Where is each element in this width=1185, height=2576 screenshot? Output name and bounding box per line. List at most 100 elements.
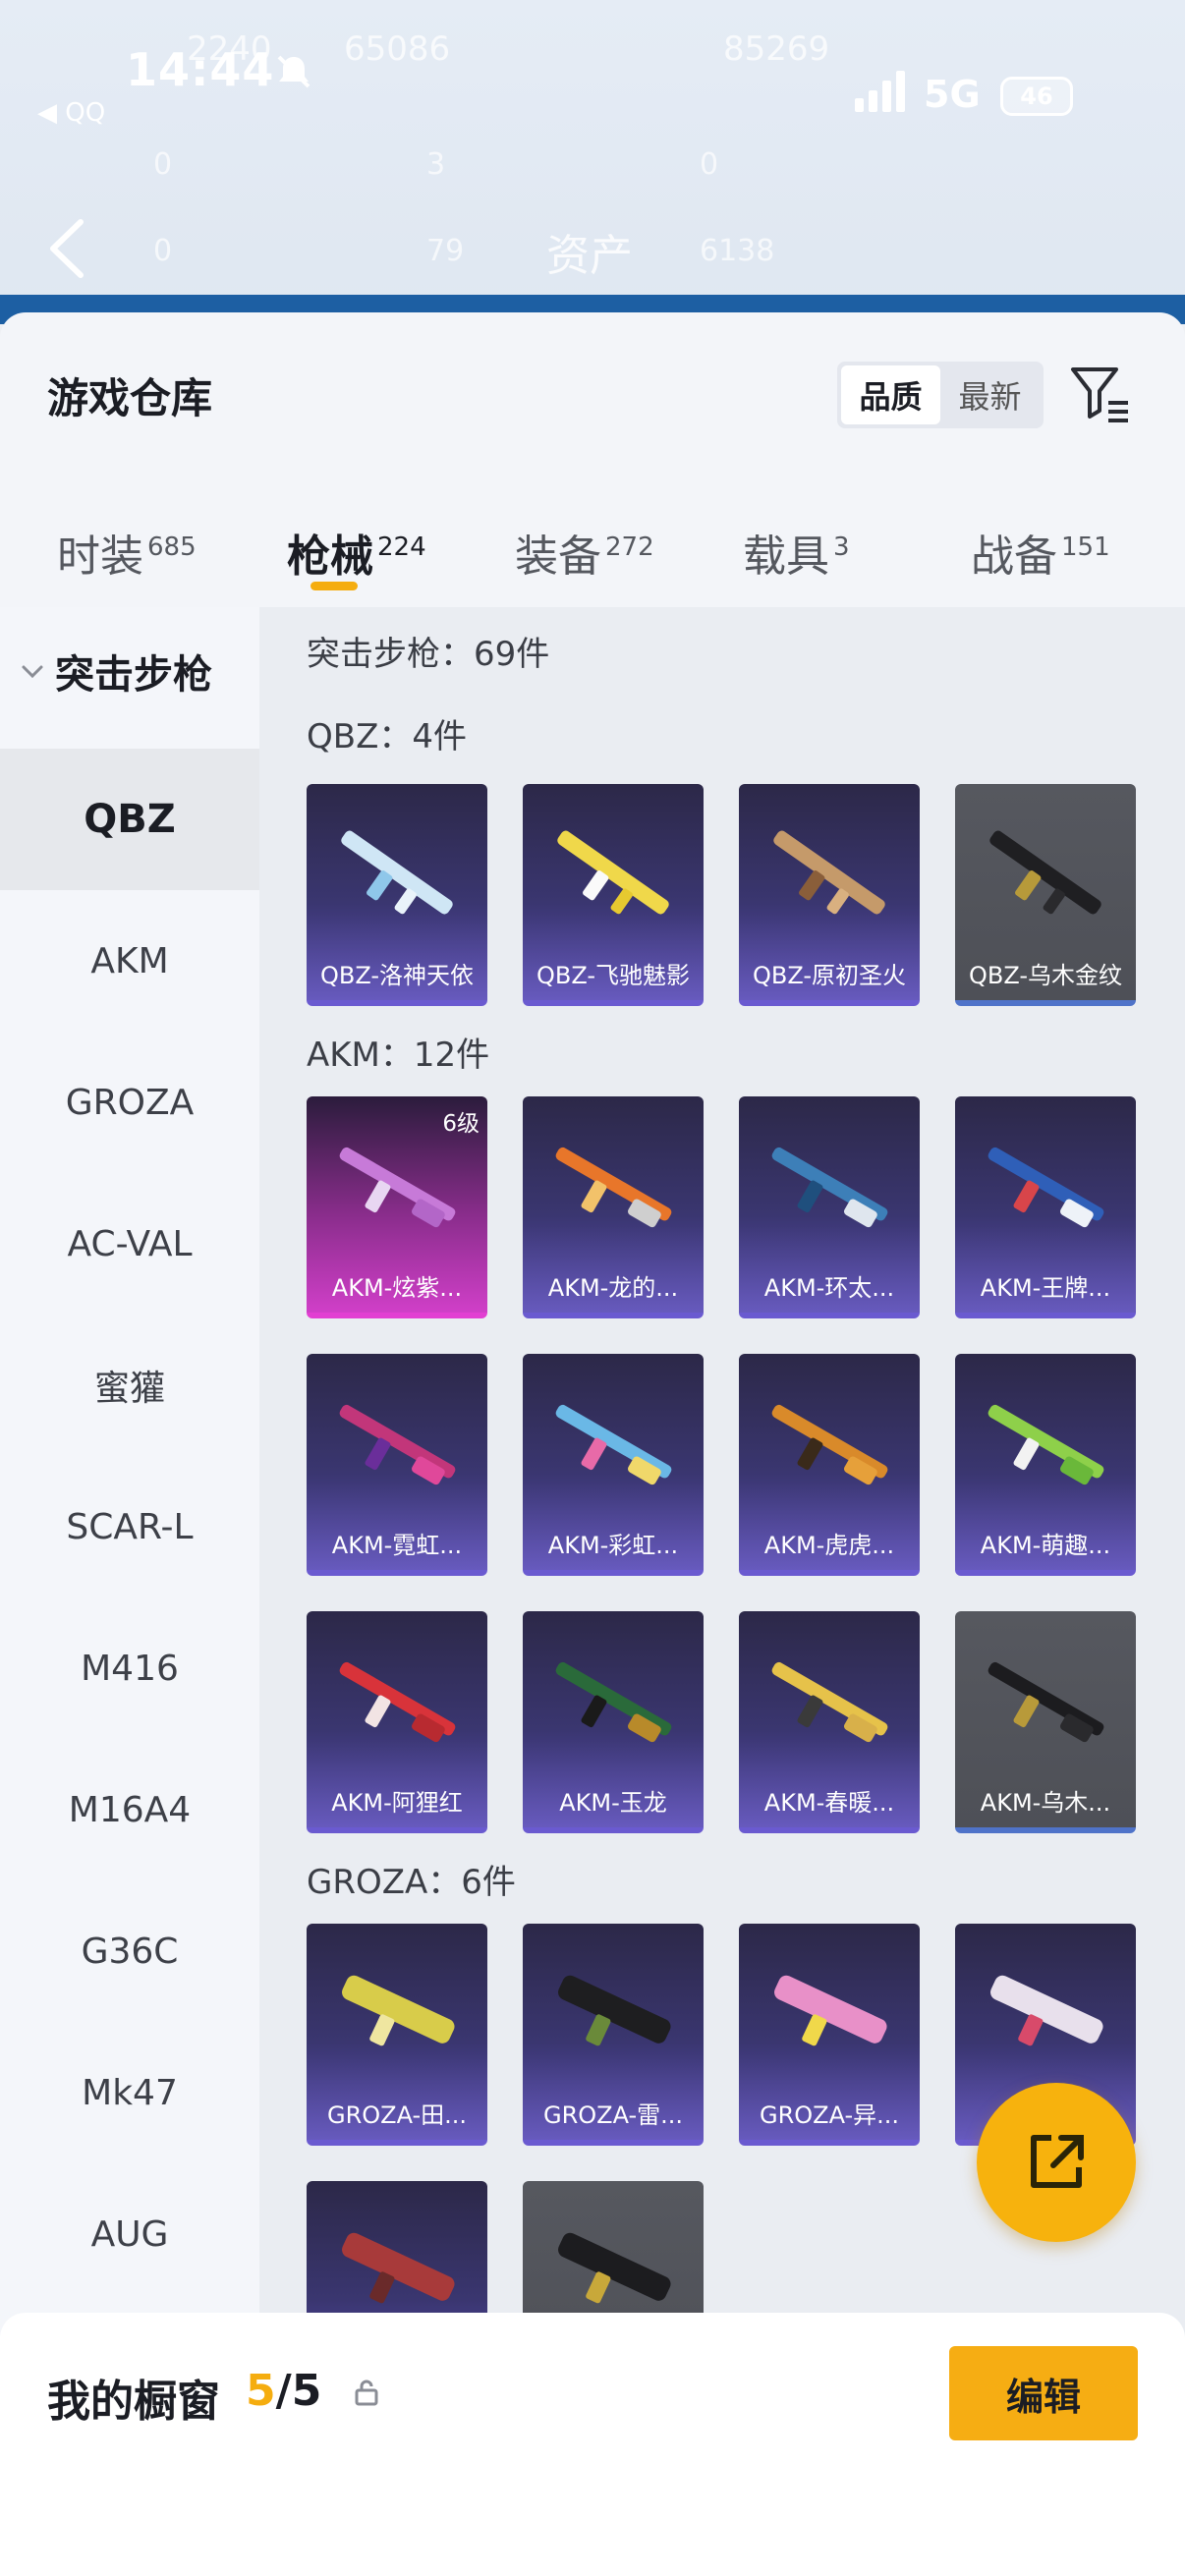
sidebar-item-aug[interactable]: AUG xyxy=(0,2163,259,2305)
skin-name: QBZ-原初圣火 xyxy=(752,962,907,989)
tab-count: 685 xyxy=(147,532,197,563)
showcase-total: /5 xyxy=(275,2366,322,2416)
sidebar-item-m16a4[interactable]: M16A4 xyxy=(0,1739,259,1880)
skin-card[interactable]: AKM-萌趣... xyxy=(955,1354,1136,1576)
tab-label: 战备 xyxy=(971,532,1057,582)
showcase-count: 5/5 xyxy=(246,2366,321,2416)
sort-latest-button[interactable]: 最新 xyxy=(940,365,1040,424)
muted-bell-icon xyxy=(277,55,310,88)
back-arrow-icon[interactable] xyxy=(47,218,86,279)
warehouse-sheet: 游戏仓库 品质 最新 时装 685 枪械 224 装备 272 载具 3 战备 151 突… xyxy=(0,312,1185,2576)
network-type: 5G xyxy=(924,73,981,116)
showcase-bar: 我的橱窗 5/5 编辑 xyxy=(0,2313,1185,2576)
rifle-icon xyxy=(989,830,1101,915)
skin-name: GROZA-异... xyxy=(759,2101,900,2129)
sidebar-group-assault-rifles[interactable]: 突击步枪 xyxy=(18,643,212,700)
skin-name: AKM-龙的... xyxy=(547,1274,679,1302)
sidebar-item-m416[interactable]: M416 xyxy=(0,1597,259,1739)
skin-name: QBZ-飞驰魅影 xyxy=(536,962,691,989)
rifle-icon xyxy=(988,1404,1104,1485)
rifle-icon xyxy=(990,1975,1103,2046)
header-row-value: 0 xyxy=(153,147,173,182)
rifle-icon xyxy=(555,1147,672,1228)
sidebar-item-ac-val[interactable]: AC-VAL xyxy=(0,1173,259,1315)
tab-equipment[interactable]: 装备 272 xyxy=(515,521,654,584)
skin-name: QBZ-洛神天依 xyxy=(319,962,475,989)
tab-count: 224 xyxy=(377,532,426,563)
showcase-current: 5 xyxy=(246,2366,276,2416)
skin-card[interactable]: GROZA-雷... xyxy=(523,1924,704,2146)
sidebar-item-mk47[interactable]: Mk47 xyxy=(0,2022,259,2163)
status-time: 14:44 xyxy=(126,43,275,96)
group-title-akm: AKM：12件 xyxy=(307,1036,490,1075)
tab-combat-gear[interactable]: 战备 151 xyxy=(971,521,1110,584)
sort-quality-button[interactable]: 品质 xyxy=(841,365,940,424)
tab-vehicles[interactable]: 载具 3 xyxy=(743,521,850,584)
sidebar-item-groza[interactable]: GROZA xyxy=(0,1032,259,1173)
tab-count: 151 xyxy=(1061,532,1110,563)
tab-fashion[interactable]: 时装 685 xyxy=(57,521,197,584)
header-row-value: 0 xyxy=(153,234,173,268)
rifle-icon xyxy=(988,1147,1104,1228)
chevron-down-icon xyxy=(22,665,43,679)
skin-card[interactable]: AKM-王牌... xyxy=(955,1096,1136,1318)
skin-card[interactable]: AKM-龙的... xyxy=(523,1096,704,1318)
battery-level: 46 xyxy=(1020,83,1053,110)
skin-card[interactable]: GROZA-异... xyxy=(739,1924,920,2146)
tab-firearms[interactable]: 枪械 224 xyxy=(287,521,426,584)
skin-name: AKM-春暖... xyxy=(763,1789,895,1817)
skin-card[interactable]: QBZ-乌木金纹 xyxy=(955,784,1136,1006)
skin-name: AKM-阿狸红 xyxy=(331,1789,463,1817)
skin-name: GROZA-雷... xyxy=(542,2101,684,2129)
active-tab-indicator xyxy=(310,582,358,590)
sidebar-item-akm[interactable]: AKM xyxy=(0,890,259,1032)
header-row-value: 79 xyxy=(426,234,465,268)
skin-card[interactable]: 6级 AKM-炫紫... xyxy=(307,1096,487,1318)
status-bar: 14:44 ◀ QQ 5G 46 xyxy=(0,0,1185,138)
share-icon xyxy=(1031,2135,1084,2188)
sidebar-item-scar-l[interactable]: SCAR-L xyxy=(0,1456,259,1597)
skin-card[interactable]: AKM-阿狸红 xyxy=(307,1611,487,1833)
skin-card[interactable]: AKM-彩虹... xyxy=(523,1354,704,1576)
signal-icon xyxy=(855,71,905,112)
tab-count: 3 xyxy=(833,532,850,563)
skin-card[interactable]: GROZA-田... xyxy=(307,1924,487,2146)
skin-card[interactable]: AKM-虎虎... xyxy=(739,1354,920,1576)
skin-card[interactable]: QBZ-洛神天依 xyxy=(307,784,487,1006)
skin-name: AKM-虎虎... xyxy=(763,1532,895,1559)
skin-name: AKM-彩虹... xyxy=(547,1532,679,1559)
tab-count: 272 xyxy=(605,532,654,563)
header-row-value: 3 xyxy=(426,147,446,182)
skin-card[interactable]: QBZ-原初圣火 xyxy=(739,784,920,1006)
rifle-icon xyxy=(339,1404,456,1485)
skin-card[interactable]: AKM-玉龙 xyxy=(523,1611,704,1833)
skin-card[interactable]: AKM-环太... xyxy=(739,1096,920,1318)
category-tabs: 时装 685 枪械 224 装备 272 载具 3 战备 151 xyxy=(0,499,1185,609)
filter-icon[interactable] xyxy=(1067,360,1136,428)
sidebar-item-honey-badger[interactable]: 蜜獾 xyxy=(0,1315,259,1456)
skin-card[interactable]: AKM-乌木... xyxy=(955,1611,1136,1833)
rifle-icon xyxy=(988,1661,1104,1743)
sidebar-item-g36c[interactable]: G36C xyxy=(0,1880,259,2022)
rifle-icon xyxy=(558,1975,671,2046)
rifle-icon xyxy=(557,830,669,915)
skin-name: AKM-炫紫... xyxy=(331,1274,463,1302)
rifle-icon xyxy=(771,1147,888,1228)
skin-card[interactable]: AKM-春暖... xyxy=(739,1611,920,1833)
tab-label: 枪械 xyxy=(287,532,373,582)
skin-card[interactable]: QBZ-飞驰魅影 xyxy=(523,784,704,1006)
share-button[interactable] xyxy=(977,2083,1136,2242)
tab-label: 装备 xyxy=(515,532,601,582)
rifle-icon xyxy=(771,1404,888,1485)
tab-label: 载具 xyxy=(743,532,829,582)
back-to-app-link[interactable]: ◀ QQ xyxy=(37,98,105,128)
battery-icon: 46 xyxy=(1000,77,1073,116)
skin-name: AKM-乌木... xyxy=(980,1789,1111,1817)
skin-card[interactable]: AKM-霓虹... xyxy=(307,1354,487,1576)
category-total: 突击步枪：69件 xyxy=(307,635,550,674)
rifle-icon xyxy=(558,2232,671,2304)
rifle-icon xyxy=(555,1404,672,1485)
sidebar-item-qbz[interactable]: QBZ xyxy=(0,749,259,890)
skin-name: AKM-环太... xyxy=(763,1274,895,1302)
edit-button[interactable]: 编辑 xyxy=(949,2346,1138,2440)
